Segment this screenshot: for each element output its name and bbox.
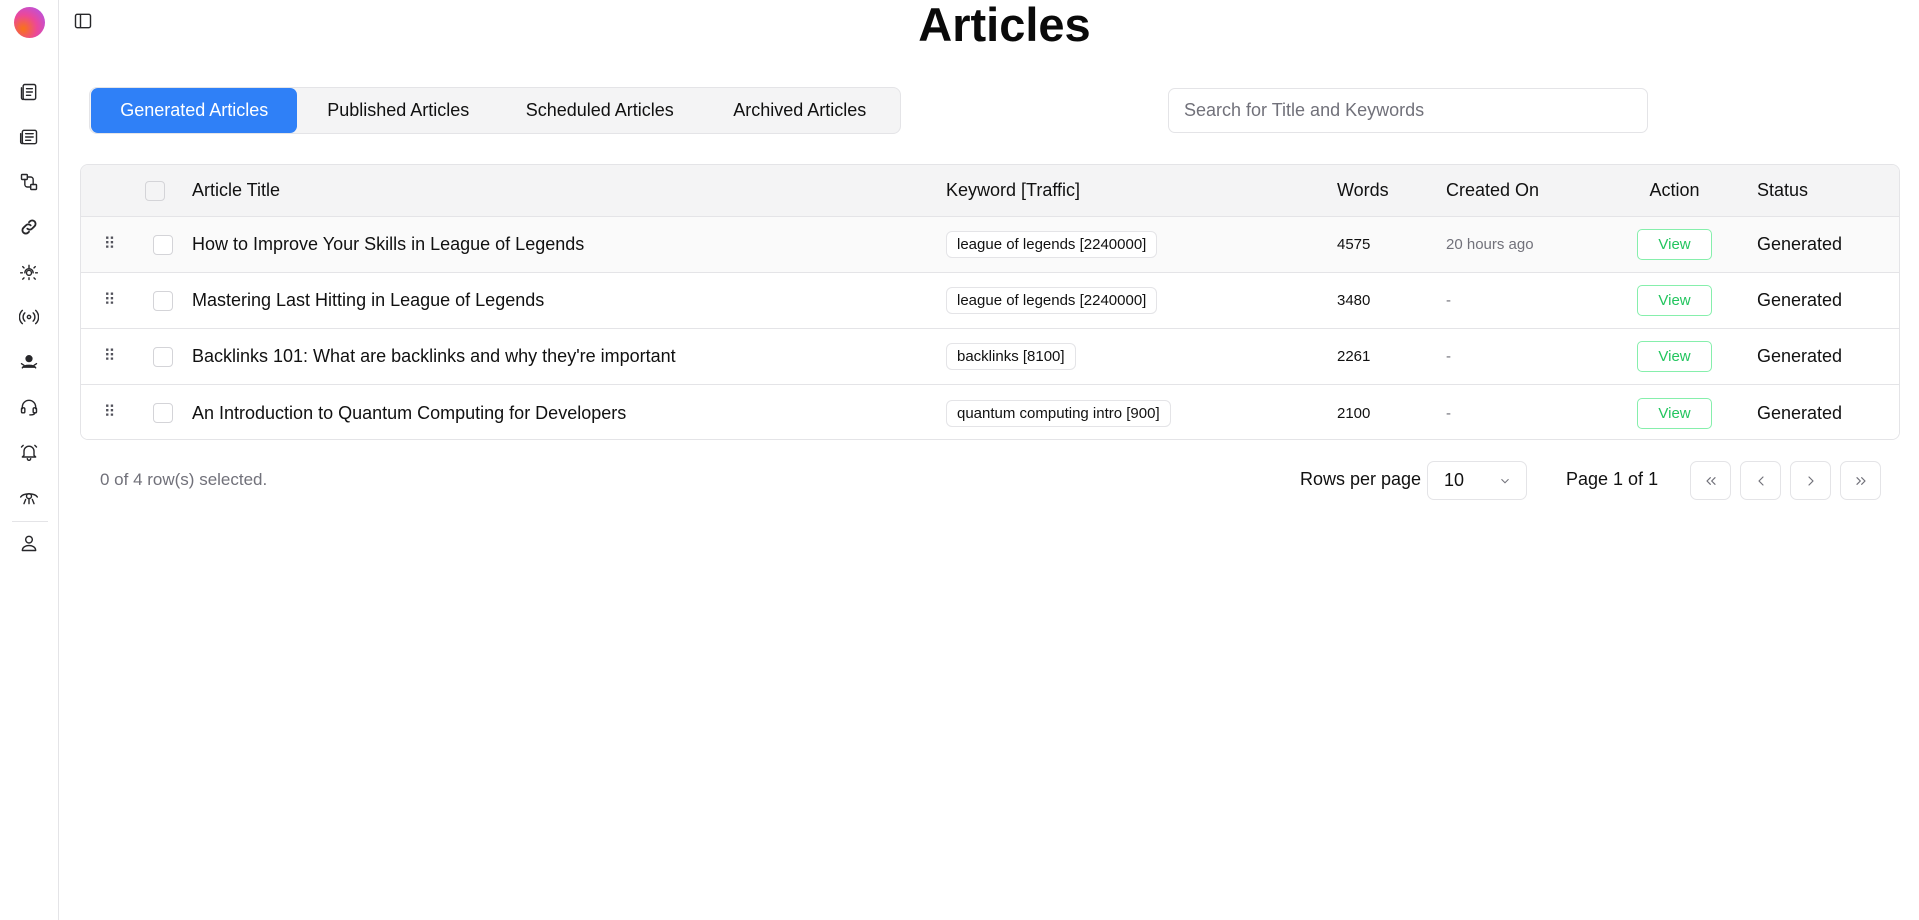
keyword-badge: league of legends [2240000] (946, 287, 1158, 314)
view-button[interactable]: View (1637, 397, 1712, 429)
sidebar (0, 0, 59, 920)
radar-icon[interactable] (18, 306, 40, 328)
word-count: 2261 (1337, 348, 1371, 365)
article-title[interactable]: How to Improve Your Skills in League of … (192, 217, 584, 272)
row-checkbox[interactable] (153, 346, 173, 367)
keyword-badge: league of legends [2240000] (946, 231, 1158, 258)
header-keyword[interactable]: Keyword [Traffic] (946, 165, 1080, 216)
article-title[interactable]: Mastering Last Hitting in League of Lege… (192, 273, 544, 328)
table-row[interactable]: ⠿ An Introduction to Quantum Computing f… (81, 385, 1899, 439)
select-all-checkbox[interactable] (145, 180, 165, 201)
drag-handle-icon[interactable]: ⠿ (104, 236, 116, 253)
rows-per-page-value: 10 (1444, 470, 1465, 490)
community-icon[interactable] (18, 351, 40, 373)
drag-handle-icon[interactable]: ⠿ (104, 292, 116, 309)
status-text: Generated (1757, 402, 1843, 423)
header-action: Action (1649, 180, 1700, 200)
tab-archived-articles[interactable]: Archived Articles (700, 88, 899, 133)
view-button[interactable]: View (1637, 229, 1712, 260)
keyword-badge: quantum computing intro [900] (946, 399, 1171, 427)
tab-scheduled-articles[interactable]: Scheduled Articles (499, 88, 701, 133)
table-header: Article Title Keyword [Traffic] Words Cr… (81, 165, 1899, 217)
word-count: 4575 (1337, 236, 1371, 253)
last-page-button[interactable] (1840, 461, 1881, 500)
settings-cog-icon[interactable] (18, 261, 40, 283)
article-title[interactable]: An Introduction to Quantum Computing for… (192, 385, 626, 439)
word-count: 2100 (1337, 404, 1371, 422)
header-words[interactable]: Words (1337, 165, 1389, 216)
link-icon[interactable] (18, 216, 40, 238)
view-button[interactable]: View (1637, 341, 1712, 372)
page-indicator: Page 1 of 1 (1566, 469, 1659, 489)
document-list-icon[interactable] (18, 81, 40, 103)
header-status[interactable]: Status (1757, 165, 1808, 216)
header-created-on[interactable]: Created On (1446, 165, 1539, 216)
articles-table: Article Title Keyword [Traffic] Words Cr… (80, 164, 1900, 440)
chevrons-right-icon (1855, 476, 1866, 485)
search-input[interactable] (1168, 88, 1648, 133)
newspaper-icon[interactable] (18, 126, 40, 148)
row-checkbox[interactable] (153, 290, 173, 311)
support-headset-icon[interactable] (18, 396, 40, 418)
created-on: - (1446, 348, 1451, 365)
row-checkbox[interactable] (153, 403, 173, 423)
first-page-button[interactable] (1690, 461, 1731, 500)
rows-per-page-select[interactable]: 10 (1427, 461, 1527, 500)
workflow-icon[interactable] (18, 171, 40, 193)
status-text: Generated (1757, 346, 1843, 366)
word-count: 3480 (1337, 292, 1371, 309)
table-row[interactable]: ⠿ How to Improve Your Skills in League o… (81, 217, 1899, 273)
status-text: Generated (1757, 234, 1843, 254)
tab-published-articles[interactable]: Published Articles (297, 88, 499, 133)
article-title[interactable]: Backlinks 101: What are backlinks and wh… (192, 329, 676, 384)
created-on: - (1446, 404, 1451, 422)
drag-handle-icon[interactable]: ⠿ (104, 348, 116, 365)
next-page-button[interactable] (1790, 461, 1831, 500)
selection-count: 0 of 4 row(s) selected. (100, 470, 268, 489)
header-article-title[interactable]: Article Title (192, 165, 280, 216)
bell-icon[interactable] (18, 441, 40, 463)
previous-page-button[interactable] (1740, 461, 1781, 500)
sidebar-divider (12, 521, 48, 522)
created-on: 20 hours ago (1446, 236, 1534, 253)
table-row[interactable]: ⠿ Mastering Last Hitting in League of Le… (81, 273, 1899, 329)
view-button[interactable]: View (1637, 285, 1712, 316)
status-text: Generated (1757, 290, 1843, 310)
user-icon[interactable] (18, 532, 40, 554)
created-on: - (1446, 292, 1451, 309)
page-title: Articles (918, 0, 1091, 51)
chevrons-left-icon (1705, 476, 1716, 485)
chevron-down-icon (1501, 478, 1509, 483)
drag-handle-icon[interactable]: ⠿ (104, 405, 116, 421)
tab-generated-articles[interactable]: Generated Articles (91, 88, 298, 133)
rows-per-page-label: Rows per page (1300, 469, 1422, 489)
chevron-left-icon (1757, 475, 1764, 486)
insights-icon[interactable] (18, 486, 40, 508)
chevron-right-icon (1807, 475, 1814, 486)
article-tabs: Generated Articles Published Articles Sc… (89, 87, 901, 134)
table-row[interactable]: ⠿ Backlinks 101: What are backlinks and … (81, 329, 1899, 385)
keyword-badge: backlinks [8100] (946, 343, 1076, 370)
row-checkbox[interactable] (153, 234, 173, 255)
